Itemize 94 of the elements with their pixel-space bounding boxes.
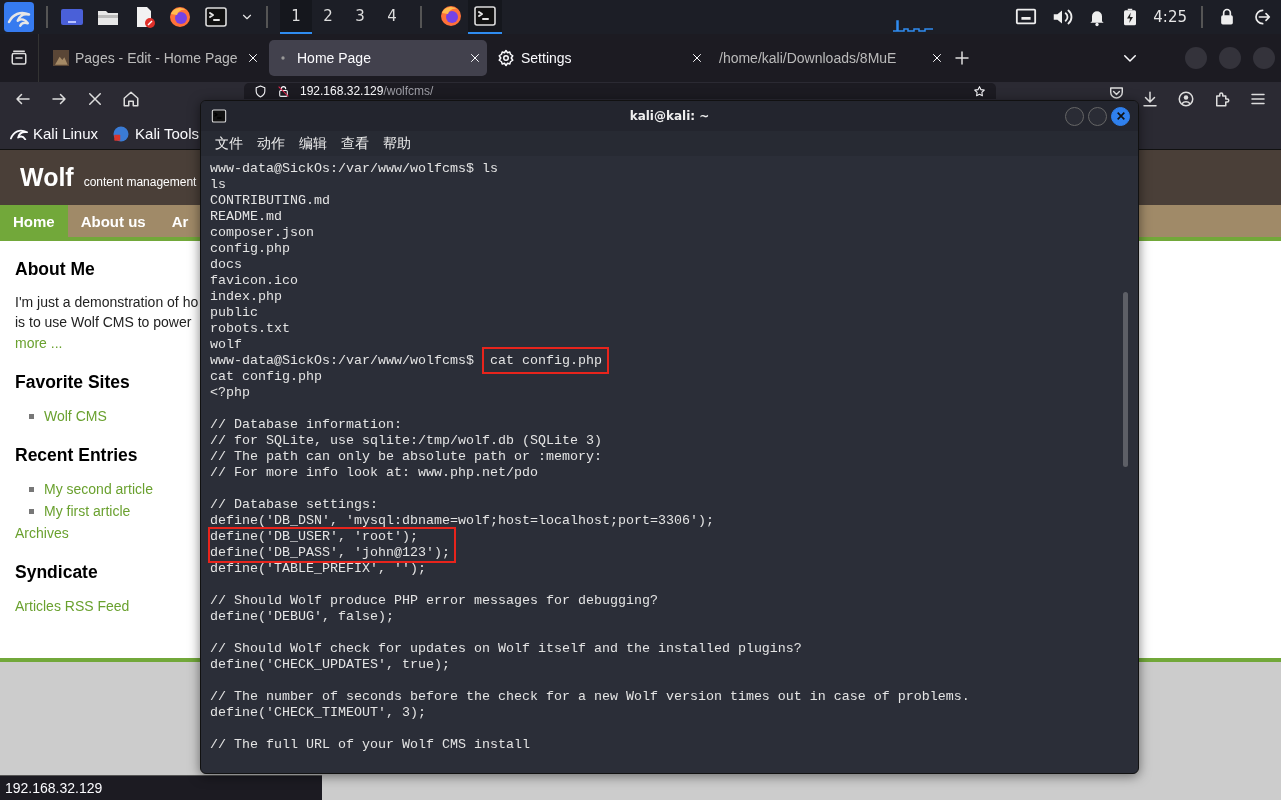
section-heading: Recent Entries <box>15 445 138 466</box>
terminal-line: define('DB_DSN', 'mysql:dbname=wolf;host=localhost;port=3306'); <box>210 513 715 529</box>
terminal-line: wolf <box>210 337 243 353</box>
menu-item[interactable]: 帮助 <box>383 134 411 153</box>
command-text: ls <box>481 161 498 176</box>
prompt-text: www-data@SickOs:/var/www/wolfcms$ <box>210 353 474 368</box>
cpu-graph <box>893 20 933 32</box>
terminal-line: public <box>210 305 259 321</box>
menu-item[interactable]: 文件 <box>215 134 243 153</box>
terminal-line: // The path can only be absolute path or :memory: <box>210 449 603 465</box>
terminal-line: README.md <box>210 209 283 225</box>
window-title: kali@kali: ~ <box>629 109 710 123</box>
address-bar[interactable]: 192.168.32.129/wolfcms/ <box>244 83 996 99</box>
terminal-line: // for SQLite, use sqlite:/tmp/wolf.db (SQLite 3) <box>210 433 603 449</box>
pocket-icon[interactable] <box>1110 87 1123 99</box>
browser-tab[interactable]: Home Page <box>269 40 487 76</box>
close-icon[interactable] <box>247 52 259 64</box>
browser-tab[interactable]: /home/kali/Downloads/8MuE <box>713 40 949 76</box>
terminal-line: ls <box>210 177 227 193</box>
site-tagline: content management <box>83 174 197 189</box>
terminal-icon[interactable] <box>473 4 497 28</box>
close-icon[interactable] <box>691 52 703 64</box>
terminal-line: // Should Wolf produce PHP error messages for debugging? <box>210 593 659 609</box>
firefox-icon[interactable] <box>439 4 463 28</box>
terminal-icon <box>211 108 227 124</box>
terminal-line: define('DB_PASS', 'john@123'); <box>210 545 450 561</box>
paragraph-text: is to use Wolf CMS to power <box>15 313 192 332</box>
bookmark-item[interactable]: Kali Tools <box>112 124 199 143</box>
workspace-button[interactable]: 3 <box>344 0 376 34</box>
section-heading: Syndicate <box>15 562 98 583</box>
terminal-line: composer.json <box>210 225 315 241</box>
prompt-text: www-data@SickOs:/var/www/wolfcms$ <box>210 161 474 176</box>
bullet-icon <box>29 486 34 492</box>
bookmark-item[interactable]: Kali Linux <box>10 125 99 142</box>
gear-icon <box>497 49 515 67</box>
terminal-line: define('CHECK_UPDATES', true); <box>210 657 451 673</box>
bullet-icon <box>29 508 34 514</box>
puzzle-icon[interactable] <box>1213 90 1231 108</box>
terminal-line: define('DEBUG', false); <box>210 609 395 625</box>
terminal-line: define('TABLE_PREFIX', ''); <box>210 561 427 577</box>
close-icon <box>1115 111 1126 121</box>
terminal-line: cat config.php <box>210 369 323 385</box>
terminal-line: index.php <box>210 289 283 305</box>
terminal-line: // For more info look at: www.php.net/pdo <box>210 465 539 481</box>
browser-tab[interactable]: Settings <box>491 40 709 76</box>
taskbar-app[interactable] <box>468 0 502 34</box>
shield-icon[interactable] <box>254 84 267 98</box>
close-button[interactable] <box>1111 106 1130 126</box>
status-url: 192.168.32.129 <box>0 775 322 800</box>
new-tab-icon[interactable] <box>953 49 971 67</box>
scrollbar[interactable] <box>1123 292 1128 467</box>
close-icon[interactable] <box>931 52 943 64</box>
section-heading: About Me <box>15 259 95 280</box>
menu-item[interactable]: 编辑 <box>299 134 327 153</box>
browser-tab[interactable]: Pages - Edit - Home Page <box>47 40 265 76</box>
workspace-button[interactable]: 4 <box>376 0 408 34</box>
terminal-line: favicon.ico <box>210 273 299 289</box>
terminal-line: config.php <box>210 241 291 257</box>
tab-overview-icon[interactable] <box>10 49 28 67</box>
terminal-line: define('DB_USER', 'root'); <box>210 529 419 545</box>
terminal-line: // The number of seconds before the check for a new Wolf version times out in case of problems. <box>210 689 971 705</box>
tools-icon <box>112 124 131 143</box>
highlighted-command: cat config.php <box>481 347 609 374</box>
workspace-button[interactable]: 1 <box>280 0 312 34</box>
menu-item[interactable]: 动作 <box>257 134 285 153</box>
clock[interactable]: 4:25 <box>1153 8 1187 26</box>
site-title[interactable]: Wolf <box>20 163 74 192</box>
terminal-line: // Database information: <box>210 417 403 433</box>
terminal-line: CONTRIBUTING.md <box>210 193 331 209</box>
download-icon[interactable] <box>1141 90 1159 108</box>
paragraph-text: I'm just a demonstration of ho <box>15 293 199 312</box>
terminal-icon[interactable] <box>204 5 228 29</box>
terminal-line: // Database settings: <box>210 497 379 513</box>
dragon-icon <box>10 127 28 140</box>
dragon-logo-icon[interactable] <box>4 2 34 32</box>
url-text: 192.168.32.129/wolfcms/ <box>300 84 434 98</box>
close-icon[interactable] <box>469 52 481 64</box>
workspace-button[interactable]: 2 <box>312 0 344 34</box>
menu-item[interactable]: 查看 <box>341 134 369 153</box>
stop-icon[interactable] <box>86 90 104 108</box>
terminal-line: <?php <box>210 385 251 401</box>
terminal-line: robots.txt <box>210 321 291 337</box>
account-icon[interactable] <box>1177 90 1195 108</box>
terminal-line: // Should Wolf check for updates on Wolf itself and the installed plugins? <box>210 641 803 657</box>
terminal-line: define('CHECK_TIMEOUT', 3); <box>210 705 427 721</box>
terminal-line: // The full URL of your Wolf CMS install <box>210 737 531 753</box>
terminal-line: docs <box>210 257 243 273</box>
bullet-icon <box>29 413 34 419</box>
star-icon[interactable] <box>973 84 986 98</box>
page-icon <box>53 50 69 66</box>
firefox-icon[interactable] <box>168 5 192 29</box>
section-heading: Favorite Sites <box>15 372 130 393</box>
insecure-lock-icon[interactable] <box>277 84 290 98</box>
home-icon[interactable] <box>122 90 140 108</box>
